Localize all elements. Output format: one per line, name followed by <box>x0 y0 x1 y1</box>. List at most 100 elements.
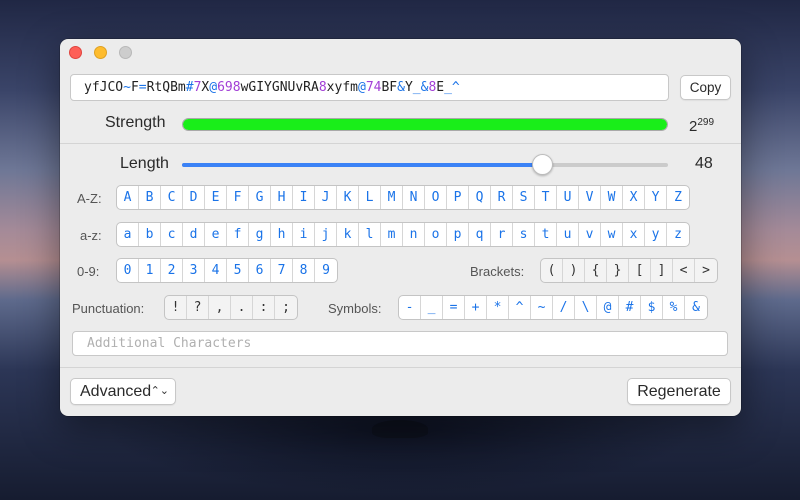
punctuation-key[interactable]: ! <box>165 296 187 319</box>
lowercase-key[interactable]: h <box>271 223 293 246</box>
uppercase-key[interactable]: X <box>623 186 645 209</box>
password-field[interactable]: yfJCO~F=RtQBm#7X@698wGIYGNUvRA8xyfm@74BF… <box>70 74 669 101</box>
lowercase-key[interactable]: j <box>315 223 337 246</box>
additional-characters-input[interactable]: Additional Characters <box>72 331 728 356</box>
symbol-key[interactable]: $ <box>641 296 663 319</box>
lowercase-key[interactable]: q <box>469 223 491 246</box>
lowercase-key[interactable]: f <box>227 223 249 246</box>
symbol-key[interactable]: * <box>487 296 509 319</box>
digit-key[interactable]: 3 <box>183 259 205 282</box>
bracket-key[interactable]: [ <box>629 259 651 282</box>
symbol-key[interactable]: _ <box>421 296 443 319</box>
lowercase-key[interactable]: m <box>381 223 403 246</box>
uppercase-key[interactable]: S <box>513 186 535 209</box>
symbol-key[interactable]: / <box>553 296 575 319</box>
digit-key[interactable]: 1 <box>139 259 161 282</box>
lowercase-key[interactable]: a <box>117 223 139 246</box>
uppercase-key[interactable]: B <box>139 186 161 209</box>
bracket-key[interactable]: { <box>585 259 607 282</box>
punctuation-key[interactable]: ? <box>187 296 209 319</box>
advanced-popup-button[interactable]: Advanced ⌃⌄ <box>70 378 176 405</box>
lowercase-key[interactable]: l <box>359 223 381 246</box>
punctuation-key[interactable]: , <box>209 296 231 319</box>
copy-button[interactable]: Copy <box>680 75 731 100</box>
lowercase-key[interactable]: o <box>425 223 447 246</box>
symbol-key[interactable]: - <box>399 296 421 319</box>
symbol-key[interactable]: @ <box>597 296 619 319</box>
uppercase-key[interactable]: C <box>161 186 183 209</box>
uppercase-key[interactable]: I <box>293 186 315 209</box>
digit-key[interactable]: 8 <box>293 259 315 282</box>
digit-key[interactable]: 6 <box>249 259 271 282</box>
lowercase-key[interactable]: w <box>601 223 623 246</box>
symbol-key[interactable]: # <box>619 296 641 319</box>
minimize-window-button[interactable] <box>94 46 107 59</box>
uppercase-key[interactable]: N <box>403 186 425 209</box>
uppercase-key[interactable]: F <box>227 186 249 209</box>
digit-key[interactable]: 0 <box>117 259 139 282</box>
lowercase-key[interactable]: d <box>183 223 205 246</box>
uppercase-key[interactable]: W <box>601 186 623 209</box>
uppercase-key[interactable]: K <box>337 186 359 209</box>
lowercase-key[interactable]: c <box>161 223 183 246</box>
uppercase-key[interactable]: Z <box>667 186 689 209</box>
symbol-key[interactable]: + <box>465 296 487 319</box>
uppercase-key[interactable]: G <box>249 186 271 209</box>
uppercase-key[interactable]: Y <box>645 186 667 209</box>
digit-key[interactable]: 2 <box>161 259 183 282</box>
symbol-key[interactable]: & <box>685 296 707 319</box>
symbol-key[interactable]: = <box>443 296 465 319</box>
punctuation-key[interactable]: . <box>231 296 253 319</box>
lowercase-key[interactable]: x <box>623 223 645 246</box>
uppercase-key[interactable]: M <box>381 186 403 209</box>
uppercase-key[interactable]: R <box>491 186 513 209</box>
uppercase-key[interactable]: U <box>557 186 579 209</box>
digit-key[interactable]: 5 <box>227 259 249 282</box>
uppercase-key[interactable]: V <box>579 186 601 209</box>
lowercase-key[interactable]: z <box>667 223 689 246</box>
lowercase-key[interactable]: i <box>293 223 315 246</box>
bracket-key[interactable]: } <box>607 259 629 282</box>
symbol-key[interactable]: % <box>663 296 685 319</box>
bracket-key[interactable]: ( <box>541 259 563 282</box>
uppercase-key[interactable]: P <box>447 186 469 209</box>
digit-key[interactable]: 7 <box>271 259 293 282</box>
symbol-key[interactable]: \ <box>575 296 597 319</box>
lowercase-key[interactable]: e <box>205 223 227 246</box>
uppercase-key[interactable]: Q <box>469 186 491 209</box>
digit-key[interactable]: 4 <box>205 259 227 282</box>
lowercase-key[interactable]: r <box>491 223 513 246</box>
lowercase-key[interactable]: p <box>447 223 469 246</box>
lowercase-key[interactable]: g <box>249 223 271 246</box>
bracket-key[interactable]: ] <box>651 259 673 282</box>
uppercase-key[interactable]: D <box>183 186 205 209</box>
punctuation-key[interactable]: ; <box>275 296 297 319</box>
uppercase-key[interactable]: J <box>315 186 337 209</box>
lowercase-key[interactable]: b <box>139 223 161 246</box>
punctuation-key[interactable]: : <box>253 296 275 319</box>
lowercase-key[interactable]: n <box>403 223 425 246</box>
uppercase-key[interactable]: L <box>359 186 381 209</box>
symbol-key[interactable]: ~ <box>531 296 553 319</box>
regenerate-button[interactable]: Regenerate <box>627 378 731 405</box>
lowercase-key[interactable]: u <box>557 223 579 246</box>
length-slider[interactable] <box>182 163 668 167</box>
lowercase-key[interactable]: s <box>513 223 535 246</box>
bracket-key[interactable]: ) <box>563 259 585 282</box>
lowercase-key[interactable]: t <box>535 223 557 246</box>
bracket-key[interactable]: < <box>673 259 695 282</box>
close-window-button[interactable] <box>69 46 82 59</box>
uppercase-key[interactable]: H <box>271 186 293 209</box>
symbol-key[interactable]: ^ <box>509 296 531 319</box>
length-slider-thumb[interactable] <box>531 154 553 175</box>
uppercase-key[interactable]: A <box>117 186 139 209</box>
uppercase-key[interactable]: E <box>205 186 227 209</box>
digit-key[interactable]: 9 <box>315 259 337 282</box>
lowercase-key[interactable]: k <box>337 223 359 246</box>
lowercase-key[interactable]: y <box>645 223 667 246</box>
bracket-key[interactable]: > <box>695 259 717 282</box>
lowercase-key[interactable]: v <box>579 223 601 246</box>
uppercase-key[interactable]: O <box>425 186 447 209</box>
zoom-window-button[interactable] <box>119 46 132 59</box>
uppercase-key[interactable]: T <box>535 186 557 209</box>
